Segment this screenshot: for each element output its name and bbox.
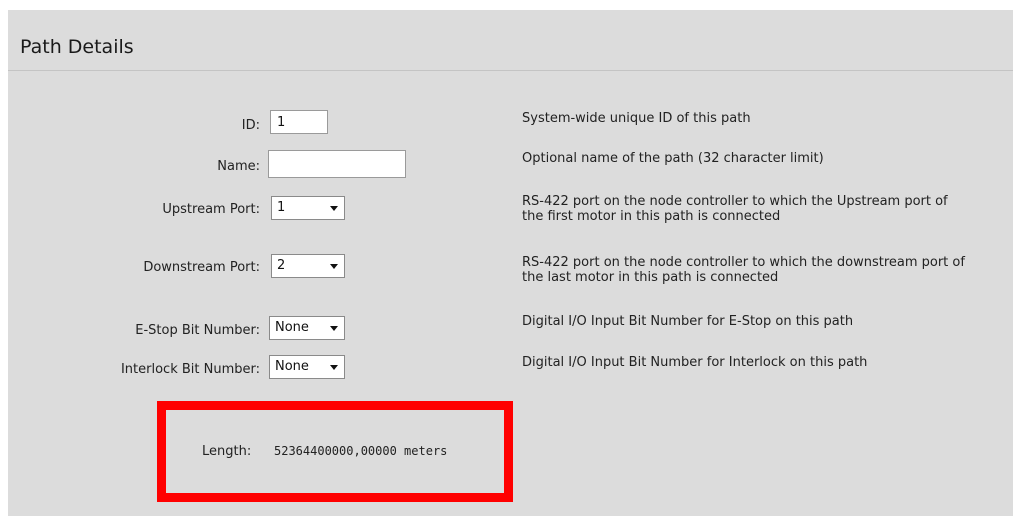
chevron-down-icon: [330, 264, 338, 269]
name-input[interactable]: [268, 150, 406, 178]
estop-bit-label: E-Stop Bit Number:: [135, 323, 260, 338]
length-value: 52364400000,00000 meters: [274, 444, 448, 458]
upstream-port-select[interactable]: 1: [271, 196, 345, 220]
downstream-port-label: Downstream Port:: [143, 260, 260, 275]
name-description: Optional name of the path (32 character …: [522, 151, 824, 166]
upstream-port-label: Upstream Port:: [162, 202, 260, 217]
downstream-port-description-line2: the last motor in this path is connected: [522, 270, 779, 285]
upstream-port-description-line2: the first motor in this path is connecte…: [522, 209, 781, 224]
chevron-down-icon: [330, 206, 338, 211]
estop-bit-value: None: [275, 320, 309, 335]
interlock-bit-label: Interlock Bit Number:: [120, 362, 260, 377]
id-description: System-wide unique ID of this path: [522, 111, 751, 126]
title-divider: [8, 70, 1013, 71]
length-label: Length:: [202, 444, 252, 459]
upstream-port-description: RS-422 port on the node controller to wh…: [522, 194, 1012, 224]
downstream-port-value: 2: [277, 258, 286, 273]
chevron-down-icon: [330, 365, 338, 370]
chevron-down-icon: [330, 326, 338, 331]
upstream-port-description-line1: RS-422 port on the node controller to wh…: [522, 194, 948, 209]
interlock-bit-select[interactable]: None: [269, 355, 345, 379]
estop-bit-select[interactable]: None: [269, 316, 345, 340]
downstream-port-select[interactable]: 2: [271, 254, 345, 278]
downstream-port-description-line1: RS-422 port on the node controller to wh…: [522, 255, 965, 270]
page-title: Path Details: [20, 36, 134, 58]
name-label: Name:: [217, 159, 260, 174]
interlock-bit-description: Digital I/O Input Bit Number for Interlo…: [522, 355, 868, 370]
id-input[interactable]: [270, 110, 328, 134]
interlock-bit-value: None: [275, 359, 309, 374]
upstream-port-value: 1: [277, 200, 286, 215]
id-label: ID:: [241, 118, 260, 133]
estop-bit-description: Digital I/O Input Bit Number for E-Stop …: [522, 314, 854, 329]
downstream-port-description: RS-422 port on the node controller to wh…: [522, 255, 1012, 285]
